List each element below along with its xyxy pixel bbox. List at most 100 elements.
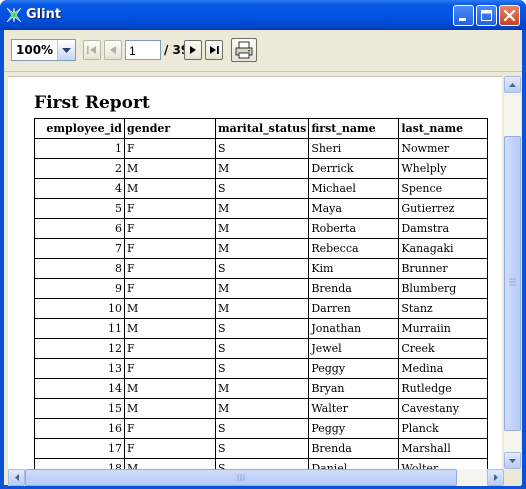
- column-header: first_name: [308, 118, 400, 139]
- maximize-button[interactable]: [476, 5, 497, 26]
- zoom-select[interactable]: 100%: [11, 39, 76, 61]
- table-cell: 7: [34, 238, 125, 259]
- table-row: 17 F S Brenda Marshall: [34, 438, 489, 459]
- grip-icon: [509, 278, 516, 286]
- table-cell: Murraiin: [398, 318, 489, 339]
- table-cell: Maya: [308, 198, 400, 219]
- table-cell: Bryan: [308, 378, 400, 399]
- table-cell: Brenda: [308, 438, 400, 459]
- scroll-right-button[interactable]: [487, 469, 504, 486]
- arrow-up-icon: [509, 83, 516, 87]
- arrow-down-icon: [509, 459, 516, 463]
- table-cell: 4: [34, 178, 125, 199]
- first-page-button[interactable]: [83, 40, 101, 60]
- table-cell: Kim: [308, 258, 400, 279]
- table-cell: F: [124, 278, 216, 299]
- table-cell: 15: [34, 398, 125, 419]
- table-cell: 5: [34, 198, 125, 219]
- table-row: 5 F M Maya Gutierrez: [34, 198, 489, 219]
- table-cell: M: [124, 398, 216, 419]
- table-row: 7 F M Rebecca Kanagaki: [34, 238, 489, 259]
- table-cell: F: [124, 258, 216, 279]
- zoom-dropdown-button[interactable]: [57, 40, 75, 60]
- table-row: 16 F S Peggy Planck: [34, 418, 489, 439]
- arrow-left-icon: [15, 474, 19, 481]
- previous-page-icon: [110, 46, 116, 54]
- table-cell: Creek: [398, 338, 489, 359]
- table-cell: Darren: [308, 298, 400, 319]
- scroll-up-button[interactable]: [504, 76, 521, 93]
- table-cell: 11: [34, 318, 125, 339]
- close-icon: [503, 9, 516, 22]
- arrow-right-icon: [494, 474, 498, 481]
- table-cell: Damstra: [398, 218, 489, 239]
- zoom-value: 100%: [16, 43, 54, 57]
- scroll-left-button[interactable]: [8, 469, 25, 486]
- table-cell: S: [214, 318, 310, 339]
- table-cell: M: [124, 298, 216, 319]
- previous-page-button[interactable]: [104, 40, 122, 60]
- table-cell: F: [124, 218, 216, 239]
- next-page-button[interactable]: [184, 40, 202, 60]
- table-cell: Sheri: [308, 138, 400, 159]
- table-cell: Jonathan: [308, 318, 400, 339]
- table-cell: Whelply: [398, 158, 489, 179]
- table-cell: 9: [34, 278, 125, 299]
- table-row: 11 M S Jonathan Murraiin: [34, 318, 489, 339]
- table-row: 4 M S Michael Spence: [34, 178, 489, 199]
- column-header: employee_id: [34, 118, 125, 139]
- table-cell: Blumberg: [398, 278, 489, 299]
- table-cell: Brenda: [308, 278, 400, 299]
- table-cell: Michael: [308, 178, 400, 199]
- table-row: 8 F S Kim Brunner: [34, 258, 489, 279]
- table-cell: Peggy: [308, 418, 400, 439]
- table-cell: S: [214, 258, 310, 279]
- table-cell: Spence: [398, 178, 489, 199]
- column-header: gender: [124, 118, 216, 139]
- table-cell: Daniel: [308, 458, 400, 469]
- column-header: last_name: [398, 118, 489, 139]
- table-cell: M: [124, 458, 216, 469]
- table-cell: F: [124, 138, 216, 159]
- table-cell: Cavestany: [398, 398, 489, 419]
- table-row: 12 F S Jewel Creek: [34, 338, 489, 359]
- table-cell: Kanagaki: [398, 238, 489, 259]
- table-cell: Brunner: [398, 258, 489, 279]
- scroll-down-button[interactable]: [504, 452, 521, 469]
- window-client-area: 100% / 39: [4, 30, 522, 486]
- title-bar[interactable]: Glint: [0, 0, 526, 30]
- page-number-input[interactable]: [125, 40, 161, 60]
- vertical-scrollbar[interactable]: [504, 76, 521, 469]
- table-cell: S: [214, 138, 310, 159]
- table-cell: Stanz: [398, 298, 489, 319]
- table-cell: M: [214, 198, 310, 219]
- table-row: 15 M M Walter Cavestany: [34, 398, 489, 419]
- table-cell: 16: [34, 418, 125, 439]
- report-viewport[interactable]: First Report employee_id gender marital_…: [8, 76, 502, 469]
- table-cell: S: [214, 178, 310, 199]
- last-page-button[interactable]: [205, 40, 223, 60]
- table-cell: M: [214, 278, 310, 299]
- horizontal-scrollbar[interactable]: [8, 469, 504, 486]
- table-cell: M: [124, 318, 216, 339]
- table-cell: 12: [34, 338, 125, 359]
- table-row: 2 M M Derrick Whelply: [34, 158, 489, 179]
- table-row: 10 M M Darren Stanz: [34, 298, 489, 319]
- table-cell: 10: [34, 298, 125, 319]
- window-title: Glint: [26, 7, 62, 22]
- table-cell: S: [214, 458, 310, 469]
- print-button[interactable]: [231, 38, 257, 62]
- minimize-button[interactable]: [453, 5, 474, 26]
- table-cell: F: [124, 198, 216, 219]
- close-button[interactable]: [499, 5, 520, 26]
- table-cell: M: [124, 178, 216, 199]
- table-row: 13 F S Peggy Medina: [34, 358, 489, 379]
- table-cell: Roberta: [308, 218, 400, 239]
- table-cell: S: [214, 338, 310, 359]
- table-cell: Nowmer: [398, 138, 489, 159]
- vertical-scroll-thumb[interactable]: [504, 136, 521, 431]
- horizontal-scroll-thumb[interactable]: [25, 469, 457, 486]
- table-cell: M: [214, 158, 310, 179]
- glint-app-icon: [6, 7, 22, 23]
- table-cell: Peggy: [308, 358, 400, 379]
